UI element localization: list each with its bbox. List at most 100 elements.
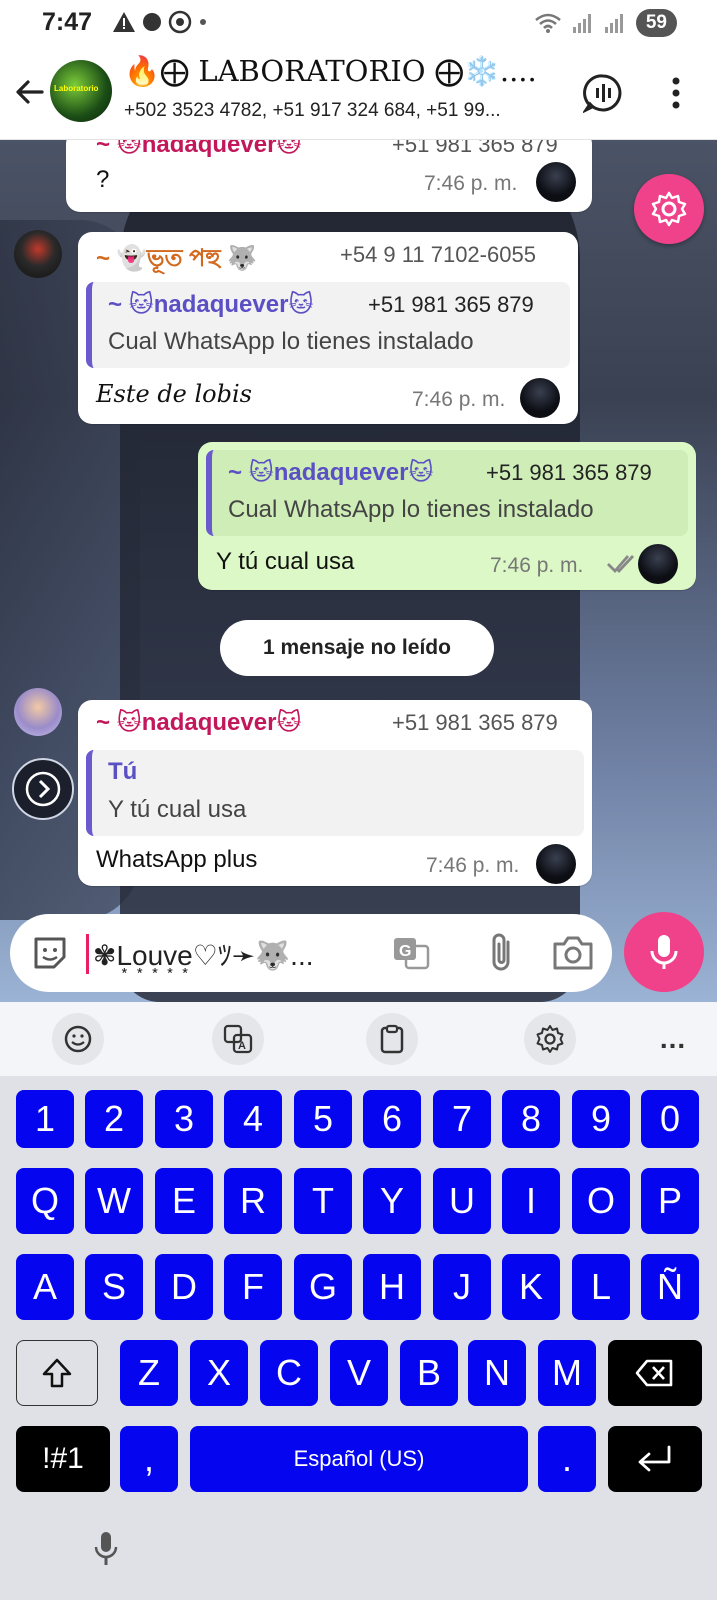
key-4[interactable]: 4 bbox=[224, 1090, 282, 1148]
message-bubble[interactable]: ~ 👻ভূত পহু 🐺 +54 9 11 7102-6055 ~ 🐱nadaq… bbox=[78, 232, 578, 424]
translate-mode-button[interactable]: A bbox=[212, 1013, 264, 1065]
voice-chat-button[interactable] bbox=[580, 70, 626, 116]
back-arrow-icon bbox=[16, 80, 44, 104]
read-avatar bbox=[638, 544, 678, 584]
key-f[interactable]: F bbox=[224, 1254, 282, 1320]
mic-icon bbox=[650, 935, 678, 969]
svg-text:A: A bbox=[238, 1040, 246, 1052]
key-k[interactable]: K bbox=[502, 1254, 560, 1320]
svg-text:G: G bbox=[399, 943, 411, 960]
key-t[interactable]: T bbox=[294, 1168, 352, 1234]
key-3[interactable]: 3 bbox=[155, 1090, 213, 1148]
key-8[interactable]: 8 bbox=[502, 1090, 560, 1148]
quoted-message[interactable]: Tú Y tú cual usa bbox=[86, 750, 584, 836]
key-d[interactable]: D bbox=[155, 1254, 213, 1320]
sender-avatar[interactable] bbox=[14, 230, 62, 278]
back-button[interactable] bbox=[10, 70, 50, 114]
key-7[interactable]: 7 bbox=[433, 1090, 491, 1148]
key-l[interactable]: L bbox=[572, 1254, 630, 1320]
backspace-key[interactable] bbox=[608, 1340, 702, 1406]
key-i[interactable]: I bbox=[502, 1168, 560, 1234]
sender-avatar[interactable] bbox=[14, 688, 62, 736]
signal-icon bbox=[572, 14, 591, 33]
chat-area[interactable]: ~ 🐱nadaquever🐱 +51 981 365 879 ? 7:46 p.… bbox=[0, 140, 717, 1002]
voice-input-button[interactable] bbox=[86, 1526, 126, 1572]
camera-icon[interactable] bbox=[550, 932, 596, 974]
voice-record-button[interactable] bbox=[624, 912, 704, 992]
group-members[interactable]: +502 3523 4782, +51 917 324 684, +51 99.… bbox=[124, 100, 554, 122]
key-j[interactable]: J bbox=[433, 1254, 491, 1320]
attach-icon[interactable] bbox=[480, 932, 522, 974]
chat-header[interactable]: Laboratorio 🔥⨁ LABORATORIO ⨁❄️.... +502 … bbox=[0, 48, 717, 140]
key-r[interactable]: R bbox=[224, 1168, 282, 1234]
key-2[interactable]: 2 bbox=[85, 1090, 143, 1148]
settings-icon bbox=[651, 191, 687, 227]
quoted-message[interactable]: ~ 🐱nadaquever🐱 +51 981 365 879 Cual What… bbox=[206, 450, 688, 536]
translate-icon[interactable]: G bbox=[390, 932, 432, 974]
quoted-message[interactable]: ~ 🐱nadaquever🐱 +51 981 365 879 Cual What… bbox=[86, 282, 570, 368]
mic-icon bbox=[94, 1532, 118, 1565]
key-enye[interactable]: Ñ bbox=[641, 1254, 699, 1320]
quoted-sender: Tú bbox=[108, 758, 138, 785]
more-options-button[interactable] bbox=[656, 70, 696, 116]
key-w[interactable]: W bbox=[85, 1168, 143, 1234]
system-icons: 59 bbox=[534, 9, 677, 37]
key-n[interactable]: N bbox=[468, 1340, 526, 1406]
sender-name[interactable]: ~ 🐱nadaquever🐱 bbox=[96, 140, 301, 159]
period-key[interactable]: . bbox=[538, 1426, 596, 1492]
key-9[interactable]: 9 bbox=[572, 1090, 630, 1148]
key-1[interactable]: 1 bbox=[16, 1090, 74, 1148]
key-b[interactable]: B bbox=[400, 1340, 458, 1406]
key-0[interactable]: 0 bbox=[641, 1090, 699, 1148]
key-h[interactable]: H bbox=[363, 1254, 421, 1320]
shift-key[interactable] bbox=[16, 1340, 98, 1406]
more-vert-icon bbox=[672, 77, 680, 109]
settings-button[interactable] bbox=[634, 174, 704, 244]
sticker-icon[interactable] bbox=[30, 933, 70, 973]
scroll-next-button[interactable] bbox=[12, 758, 74, 820]
sender-name[interactable]: ~ 👻ভূত পহু 🐺 bbox=[96, 240, 257, 280]
more-options-button[interactable]: ... bbox=[650, 1016, 696, 1062]
key-x[interactable]: X bbox=[190, 1340, 248, 1406]
group-title[interactable]: 🔥⨁ LABORATORIO ⨁❄️.... bbox=[124, 54, 564, 89]
group-avatar[interactable]: Laboratorio bbox=[50, 60, 112, 122]
key-m[interactable]: M bbox=[538, 1340, 596, 1406]
quoted-phone: +51 981 365 879 bbox=[368, 292, 534, 317]
key-6[interactable]: 6 bbox=[363, 1090, 421, 1148]
comma-key[interactable]: , bbox=[120, 1426, 178, 1492]
message-bubble[interactable]: ~ 🐱nadaquever🐱 +51 981 365 879 Tú Y tú c… bbox=[78, 700, 592, 886]
shift-icon bbox=[42, 1358, 72, 1388]
status-bar: 7:47 59 bbox=[0, 0, 717, 48]
whatsapp-icon bbox=[168, 10, 192, 34]
key-c[interactable]: C bbox=[260, 1340, 318, 1406]
keyboard-settings-button[interactable] bbox=[524, 1013, 576, 1065]
sender-name[interactable]: ~ 🐱nadaquever🐱 bbox=[96, 708, 301, 737]
message-composer[interactable]: ✾L͙o͙u͙v͙e͙♡ﾂ➛🐺... G bbox=[10, 914, 612, 992]
key-v[interactable]: V bbox=[330, 1340, 388, 1406]
key-u[interactable]: U bbox=[433, 1168, 491, 1234]
key-y[interactable]: Y bbox=[363, 1168, 421, 1234]
key-p[interactable]: P bbox=[641, 1168, 699, 1234]
key-a[interactable]: A bbox=[16, 1254, 74, 1320]
message-text: Este de lobis bbox=[96, 380, 252, 408]
key-q[interactable]: Q bbox=[16, 1168, 74, 1234]
warning-icon bbox=[113, 12, 135, 32]
clipboard-button[interactable] bbox=[366, 1013, 418, 1065]
key-s[interactable]: S bbox=[85, 1254, 143, 1320]
emoji-button[interactable] bbox=[52, 1013, 104, 1065]
space-key[interactable]: Español (US) bbox=[190, 1426, 528, 1492]
key-g[interactable]: G bbox=[294, 1254, 352, 1320]
symbols-key[interactable]: !#1 bbox=[16, 1426, 110, 1492]
quoted-text: Cual WhatsApp lo tienes instalado bbox=[108, 328, 474, 355]
outgoing-message-bubble[interactable]: ~ 🐱nadaquever🐱 +51 981 365 879 Cual What… bbox=[198, 442, 696, 590]
message-bubble[interactable]: ~ 🐱nadaquever🐱 +51 981 365 879 ? 7:46 p.… bbox=[66, 140, 592, 212]
quoted-sender: ~ 🐱nadaquever🐱 bbox=[228, 459, 434, 486]
dot-icon bbox=[200, 19, 206, 25]
key-e[interactable]: E bbox=[155, 1168, 213, 1234]
message-input[interactable]: ✾L͙o͙u͙v͙e͙♡ﾂ➛🐺... bbox=[86, 934, 386, 974]
quoted-phone: +51 981 365 879 bbox=[486, 460, 652, 485]
key-o[interactable]: O bbox=[572, 1168, 630, 1234]
key-z[interactable]: Z bbox=[120, 1340, 178, 1406]
key-5[interactable]: 5 bbox=[294, 1090, 352, 1148]
enter-key[interactable] bbox=[608, 1426, 702, 1492]
